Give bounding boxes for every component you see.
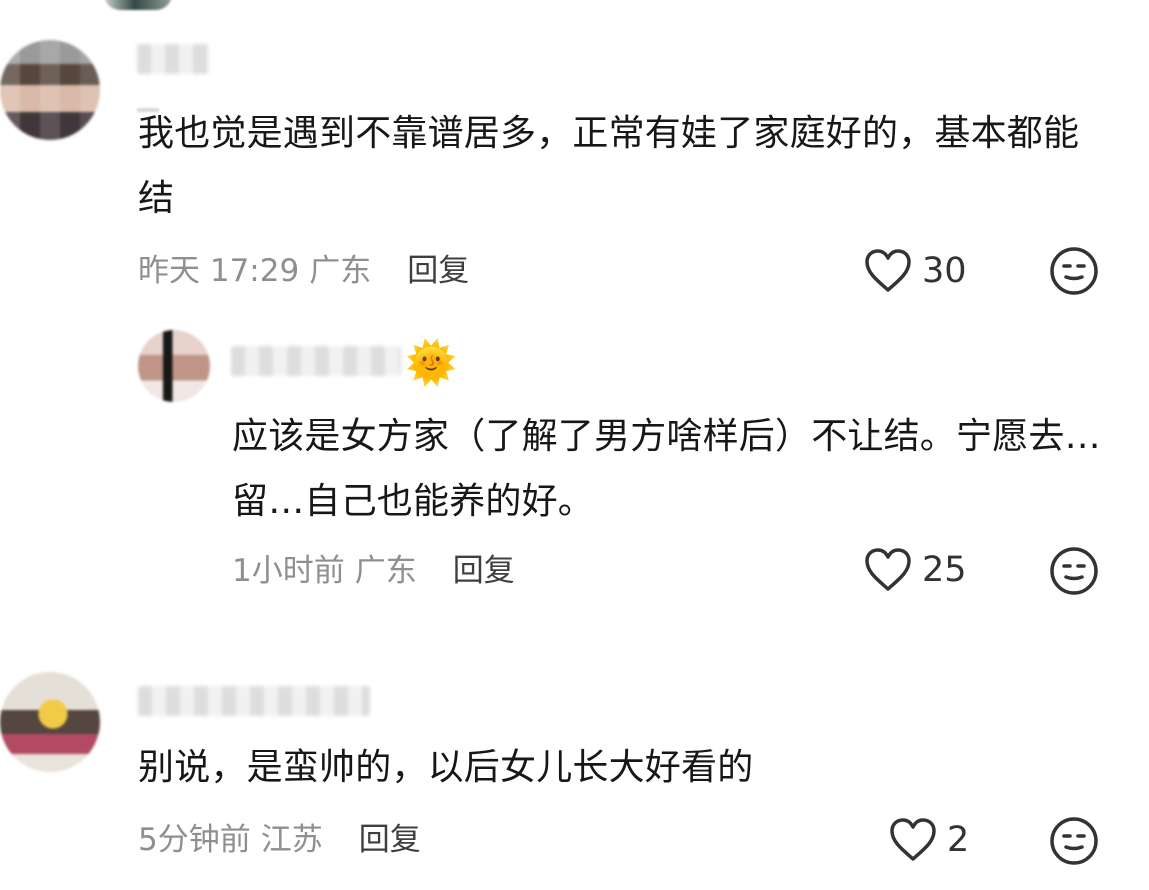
like-count: 30 xyxy=(922,251,967,291)
like-count: 2 xyxy=(947,820,970,860)
like-count: 25 xyxy=(922,550,967,590)
comment-time: 1小时前 xyxy=(232,552,345,589)
heart-outline-icon[interactable] xyxy=(862,248,914,294)
like-button[interactable]: 25 xyxy=(862,542,967,598)
blurred-username[interactable] xyxy=(231,346,401,376)
like-button[interactable]: 30 xyxy=(862,243,967,299)
comment-text: 应该是女方家（了解了男方啥样后）不让结。宁愿去…留…自己也能养的好。 xyxy=(232,416,1101,522)
comment-time: 昨天 17:29 xyxy=(138,252,300,289)
reply-button[interactable]: 回复 xyxy=(453,545,515,590)
comment-location: 江苏 xyxy=(260,821,323,858)
reaction-button[interactable] xyxy=(1048,545,1100,597)
reply-button[interactable]: 回复 xyxy=(359,814,421,859)
comment-location: 广东 xyxy=(309,252,372,289)
sun-emoji-icon: 🌞 xyxy=(405,338,458,387)
like-button[interactable]: 2 xyxy=(887,812,969,868)
blurred-username[interactable] xyxy=(137,44,209,74)
neutral-face-icon[interactable] xyxy=(1048,815,1100,867)
reaction-button[interactable] xyxy=(1048,245,1100,297)
comment-text: 别说，是蛮帅的，以后女儿长大好看的 xyxy=(138,747,754,788)
neutral-face-icon[interactable] xyxy=(1048,245,1100,297)
user-avatar[interactable] xyxy=(138,330,210,402)
comment-meta: 5分钟前 江苏 回复 xyxy=(138,811,421,861)
comment-text: 我也觉是遇到不靠谱居多，正常有娃了家庭好的，基本都能结 xyxy=(138,113,1080,219)
heart-outline-icon[interactable] xyxy=(862,547,914,593)
comment-meta: 1小时前 广东 回复 xyxy=(232,542,515,592)
heart-outline-icon[interactable] xyxy=(887,817,939,863)
reaction-button[interactable] xyxy=(1048,815,1100,867)
reply-button[interactable]: 回复 xyxy=(407,245,469,290)
previous-comment-avatar-edge xyxy=(104,0,172,10)
comment-meta: 昨天 17:29 广东 回复 xyxy=(138,242,469,292)
neutral-face-icon[interactable] xyxy=(1048,545,1100,597)
comment-location: 广东 xyxy=(354,552,417,589)
user-avatar[interactable] xyxy=(0,40,100,140)
user-avatar[interactable] xyxy=(0,672,100,772)
blurred-username[interactable] xyxy=(138,686,370,716)
comment-time: 5分钟前 xyxy=(138,821,251,858)
